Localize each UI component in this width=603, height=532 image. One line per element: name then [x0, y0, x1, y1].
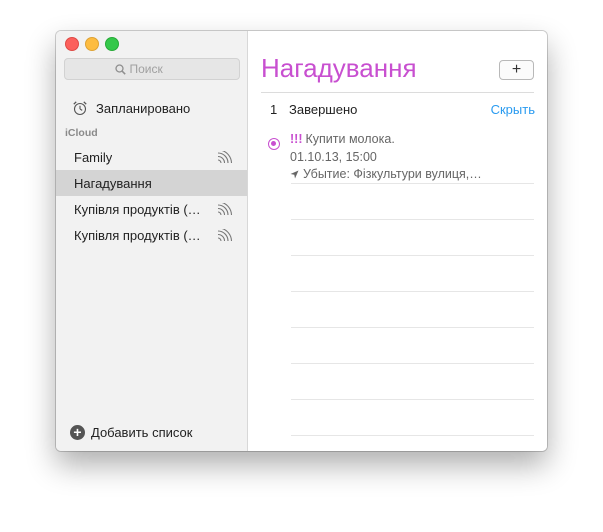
- shared-list-icon: [217, 151, 233, 163]
- add-list-button[interactable]: + Добавить список: [70, 425, 192, 440]
- row-divider: [291, 435, 534, 436]
- reminders-main-pane: Нагадування + 1 Завершено Скрыть !!! Купи…: [248, 31, 547, 451]
- reminder-checkbox[interactable]: [268, 138, 280, 150]
- row-divider: [291, 363, 534, 364]
- shared-list-icon: [217, 229, 233, 241]
- sidebar-list-groceries-1[interactable]: Купівля продуктів (…: [56, 196, 247, 222]
- minimize-window-button[interactable]: [85, 37, 99, 51]
- row-divider: [291, 183, 534, 184]
- search-input[interactable]: [129, 62, 190, 76]
- completed-summary: 1 Завершено: [270, 102, 357, 117]
- scheduled-label: Запланировано: [96, 100, 191, 116]
- hide-completed-link[interactable]: Скрыть: [491, 102, 535, 117]
- sidebar-list-label: Нагадування: [74, 175, 152, 191]
- scheduled-list-item[interactable]: Запланировано: [72, 100, 190, 116]
- close-window-button[interactable]: [65, 37, 79, 51]
- plus-circle-icon: +: [70, 425, 85, 440]
- sidebar-list-label: Купівля продуктів (…: [74, 201, 201, 217]
- sidebar-list-family[interactable]: Family: [56, 144, 247, 170]
- row-divider: [291, 219, 534, 220]
- sidebar-list-groceries-2[interactable]: Купівля продуктів (…: [56, 222, 247, 248]
- reminder-date: 01.10.13, 15:00: [290, 150, 377, 164]
- row-divider: [291, 399, 534, 400]
- sidebar-list-label: Family: [74, 149, 113, 165]
- completed-label: Завершено: [289, 102, 358, 117]
- location-arrow-icon: [290, 170, 299, 178]
- maximize-window-button[interactable]: [105, 37, 119, 51]
- reminder-title: Купити молока.: [305, 132, 395, 146]
- row-divider: [291, 291, 534, 292]
- search-icon: [114, 63, 126, 75]
- row-divider: [291, 327, 534, 328]
- completed-count: 1: [270, 102, 278, 117]
- reminder-location-line: Убытие: Фізкультури вулиця,…: [290, 167, 482, 181]
- shared-list-icon: [217, 203, 233, 215]
- icloud-section-label: iCloud: [65, 127, 98, 139]
- search-field[interactable]: [64, 58, 240, 80]
- reminder-location: Убытие: Фізкультури вулиця,…: [303, 167, 482, 181]
- add-reminder-button[interactable]: +: [499, 60, 534, 80]
- list-title: Нагадування: [261, 53, 417, 83]
- sidebar-list-label: Купівля продуктів (…: [74, 227, 201, 243]
- row-divider: [291, 255, 534, 256]
- reminders-window: Запланировано iCloud Family Нагадування …: [56, 31, 547, 451]
- alarm-clock-icon: [73, 101, 87, 116]
- header-divider: [261, 92, 534, 93]
- reminder-priority: !!!: [290, 132, 303, 146]
- sidebar: Запланировано iCloud Family Нагадування …: [56, 31, 248, 451]
- reminder-title-line[interactable]: !!! Купити молока.: [290, 132, 395, 146]
- add-list-label: Добавить список: [91, 425, 193, 440]
- sidebar-list-reminders[interactable]: Нагадування: [56, 170, 247, 196]
